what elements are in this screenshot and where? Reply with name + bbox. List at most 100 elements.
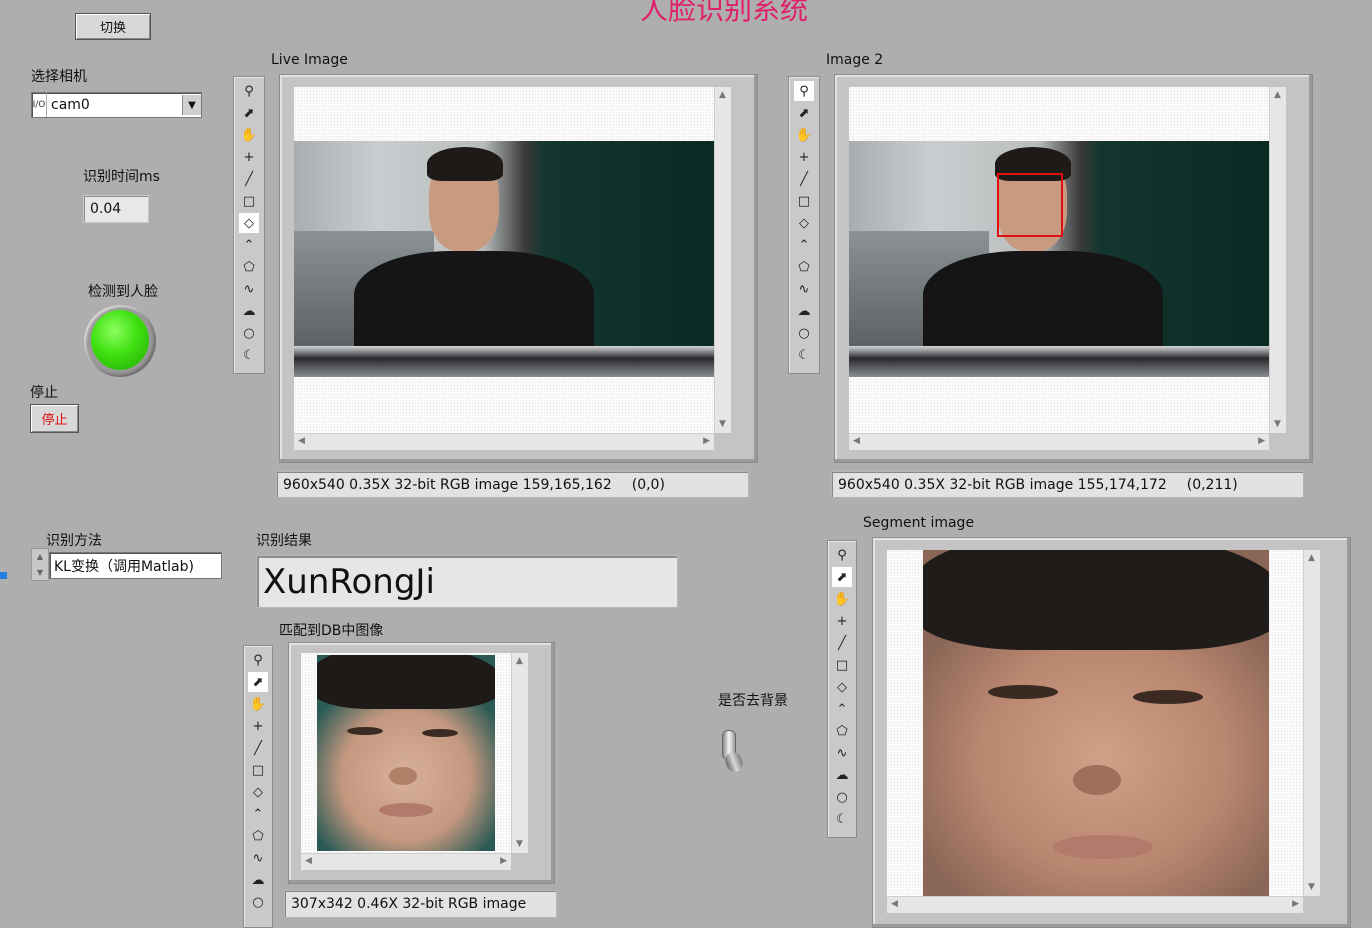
oval-icon[interactable]: ○ bbox=[248, 892, 268, 912]
freehand-line-icon[interactable]: ∿ bbox=[832, 743, 852, 763]
camera-select[interactable]: I/O cam0 ▼ bbox=[31, 92, 202, 118]
freehand-region-icon[interactable]: ☁ bbox=[794, 301, 814, 321]
image2-label: Image 2 bbox=[826, 52, 884, 68]
result-value: XunRongJi bbox=[256, 555, 678, 608]
nose bbox=[389, 767, 417, 785]
rectangle-icon[interactable]: □ bbox=[248, 760, 268, 780]
rectangle-icon[interactable]: □ bbox=[794, 191, 814, 211]
oval-icon[interactable]: ○ bbox=[239, 323, 259, 343]
zoom-icon[interactable]: ⚲ bbox=[239, 81, 259, 101]
mouth bbox=[1053, 835, 1153, 859]
segment-toolbar: ⚲ ⬈ ✋ + ╱ □ ◇ ⌃ ⬠ ∿ ☁ ○ ☾ bbox=[827, 540, 857, 838]
db-frame: ▲ ▼ ◀ ▶ bbox=[288, 642, 555, 884]
face-detected-label: 检测到人脸 bbox=[88, 284, 158, 300]
db-vertical-scrollbar[interactable]: ▲ ▼ bbox=[511, 653, 528, 853]
pointer-icon[interactable]: ⬈ bbox=[794, 103, 814, 123]
crosshair-icon[interactable]: + bbox=[832, 611, 852, 631]
remove-background-label: 是否去背景 bbox=[718, 693, 788, 709]
freehand-line-icon[interactable]: ∿ bbox=[794, 279, 814, 299]
method-field[interactable]: KL变换（调用Matlab) bbox=[49, 552, 222, 579]
pan-icon[interactable]: ✋ bbox=[794, 125, 814, 145]
freehand-region-icon[interactable]: ☁ bbox=[248, 870, 268, 890]
db-horizontal-scrollbar[interactable]: ◀ ▶ bbox=[301, 853, 511, 870]
nose bbox=[1073, 765, 1121, 795]
live-image-photo bbox=[294, 141, 714, 377]
pan-icon[interactable]: ✋ bbox=[248, 694, 268, 714]
zoom-icon[interactable]: ⚲ bbox=[832, 545, 852, 565]
polygon-icon[interactable]: ⬠ bbox=[832, 721, 852, 741]
method-stepper[interactable]: ▲ ▼ bbox=[31, 548, 49, 581]
line-icon[interactable]: ╱ bbox=[248, 738, 268, 758]
dropdown-arrow-icon[interactable]: ▼ bbox=[182, 95, 201, 115]
crosshair-icon[interactable]: + bbox=[239, 147, 259, 167]
time-label: 识别时间ms bbox=[83, 169, 160, 185]
segment-horizontal-scrollbar[interactable]: ◀ ▶ bbox=[887, 896, 1303, 913]
switch-button[interactable]: 切换 bbox=[75, 13, 151, 40]
right-eye bbox=[422, 729, 458, 737]
annulus-icon[interactable]: ☾ bbox=[239, 345, 259, 365]
mouth bbox=[379, 803, 433, 817]
rotated-rect-icon[interactable]: ◇ bbox=[832, 677, 852, 697]
face-detected-led bbox=[91, 310, 149, 370]
rotated-rect-icon[interactable]: ◇ bbox=[794, 213, 814, 233]
rectangle-icon[interactable]: □ bbox=[239, 191, 259, 211]
pan-icon[interactable]: ✋ bbox=[239, 125, 259, 145]
live-image-canvas[interactable] bbox=[294, 87, 714, 433]
rectangle-icon[interactable]: □ bbox=[832, 655, 852, 675]
freehand-line-icon[interactable]: ∿ bbox=[239, 279, 259, 299]
oval-icon[interactable]: ○ bbox=[794, 323, 814, 343]
polygon-icon[interactable]: ⬠ bbox=[794, 257, 814, 277]
live-status-coord: (0,0) bbox=[631, 476, 665, 493]
pointer-icon[interactable]: ⬈ bbox=[248, 672, 268, 692]
polyline-icon[interactable]: ⌃ bbox=[248, 804, 268, 824]
db-toolbar: ⚲ ⬈ ✋ + ╱ □ ◇ ⌃ ⬠ ∿ ☁ ○ bbox=[243, 645, 273, 928]
line-icon[interactable]: ╱ bbox=[832, 633, 852, 653]
freehand-region-icon[interactable]: ☁ bbox=[832, 765, 852, 785]
image2-photo bbox=[849, 141, 1269, 377]
line-icon[interactable]: ╱ bbox=[794, 169, 814, 189]
pan-icon[interactable]: ✋ bbox=[832, 589, 852, 609]
shirt bbox=[354, 251, 594, 361]
image2-status-coord: (0,211) bbox=[1186, 476, 1238, 493]
crosshair-icon[interactable]: + bbox=[248, 716, 268, 736]
crosshair-icon[interactable]: + bbox=[794, 147, 814, 167]
live-horizontal-scrollbar[interactable]: ◀ ▶ bbox=[294, 433, 714, 450]
live-vertical-scrollbar[interactable]: ▲ ▼ bbox=[714, 87, 731, 433]
desk bbox=[849, 346, 1269, 377]
pointer-icon[interactable]: ⬈ bbox=[239, 103, 259, 123]
annulus-icon[interactable]: ☾ bbox=[794, 345, 814, 365]
hair bbox=[923, 550, 1269, 650]
db-canvas[interactable] bbox=[301, 653, 521, 853]
method-label: 识别方法 bbox=[46, 533, 102, 549]
line-icon[interactable]: ╱ bbox=[239, 169, 259, 189]
annulus-icon[interactable]: ☾ bbox=[832, 809, 852, 829]
live-image-frame: ▲ ▼ ◀ ▶ bbox=[279, 74, 758, 463]
image2-status: 960x540 0.35X 32-bit RGB image 155,174,1… bbox=[831, 471, 1304, 498]
polyline-icon[interactable]: ⌃ bbox=[794, 235, 814, 255]
polygon-icon[interactable]: ⬠ bbox=[239, 257, 259, 277]
remove-background-toggle[interactable] bbox=[718, 730, 745, 775]
io-icon: I/O bbox=[32, 93, 47, 117]
db-image-label: 匹配到DB中图像 bbox=[279, 623, 384, 639]
rotated-rect-icon[interactable]: ◇ bbox=[248, 782, 268, 802]
polygon-icon[interactable]: ⬠ bbox=[248, 826, 268, 846]
live-image-status: 960x540 0.35X 32-bit RGB image 159,165,1… bbox=[276, 471, 749, 498]
polyline-icon[interactable]: ⌃ bbox=[832, 699, 852, 719]
zoom-icon[interactable]: ⚲ bbox=[794, 81, 814, 101]
polyline-icon[interactable]: ⌃ bbox=[239, 235, 259, 255]
image2-horizontal-scrollbar[interactable]: ◀ ▶ bbox=[849, 433, 1269, 450]
freehand-region-icon[interactable]: ☁ bbox=[239, 301, 259, 321]
segment-canvas[interactable] bbox=[887, 550, 1303, 896]
segment-vertical-scrollbar[interactable]: ▲ ▼ bbox=[1303, 550, 1320, 896]
live-image-toolbar: ⚲ ⬈ ✋ + ╱ □ ◇ ⌃ ⬠ ∿ ☁ ○ ☾ bbox=[233, 76, 265, 374]
face-detected-led-bezel bbox=[84, 305, 156, 377]
rotated-rect-icon[interactable]: ◇ bbox=[239, 213, 259, 233]
image2-vertical-scrollbar[interactable]: ▲ ▼ bbox=[1269, 87, 1286, 433]
pointer-icon[interactable]: ⬈ bbox=[832, 567, 852, 587]
stop-button[interactable]: 停止 bbox=[30, 404, 79, 433]
image2-canvas[interactable] bbox=[849, 87, 1269, 433]
app-title: 人脸识别系统 bbox=[640, 0, 809, 26]
oval-icon[interactable]: ○ bbox=[832, 787, 852, 807]
freehand-line-icon[interactable]: ∿ bbox=[248, 848, 268, 868]
zoom-icon[interactable]: ⚲ bbox=[248, 650, 268, 670]
